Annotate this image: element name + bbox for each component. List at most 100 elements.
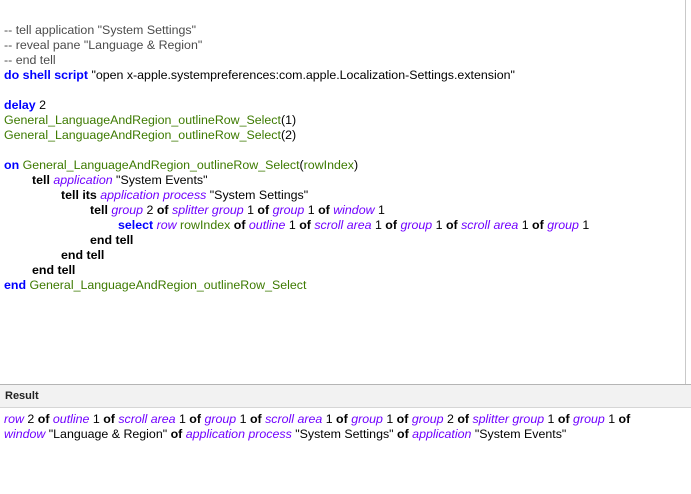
number: 1 [371,218,386,232]
keyword: of [233,218,246,232]
class: group [400,218,433,232]
class: window [333,203,375,217]
argument: (1) [280,113,297,127]
class: scroll area [461,218,519,232]
comment: -- tell application "System Settings" [4,23,196,37]
code-line: delay 2 [4,98,589,113]
number: 1 [243,203,258,217]
class: scroll area [118,412,176,426]
code-line: -- end tell [4,53,589,68]
code-line: do shell script "open x-apple.systempref… [4,68,589,83]
class: group [204,412,237,426]
class: application [412,427,472,441]
number: 1 [374,203,385,217]
handler-name: General_LanguageAndRegion_outlineRow_Sel… [29,278,307,292]
keyword: delay [4,98,36,112]
class: application [53,173,113,187]
keyword: end tell [90,233,134,247]
class: window [4,427,46,441]
number: 1 [89,412,104,426]
keyword: of [103,412,115,426]
number: 1 [285,218,300,232]
class: group [111,203,144,217]
code-line: on General_LanguageAndRegion_outlineRow_… [4,158,589,173]
class: group [272,203,305,217]
class: outline [52,412,90,426]
string: "System Settings" [206,188,309,202]
number: 2 [443,412,458,426]
number: 1 [518,218,533,232]
result-header: Result [0,385,691,408]
class: row [156,218,177,232]
keyword: end tell [32,263,76,277]
keyword: end tell [61,248,105,262]
code-line: General_LanguageAndRegion_outlineRow_Sel… [4,113,589,128]
keyword: of [336,412,348,426]
number: 1 [322,412,337,426]
code-line: select row rowIndex of outline 1 of scro… [4,218,589,233]
code-line: tell application "System Events" [4,173,589,188]
string: "System Events" [471,427,567,441]
number: 1 [236,412,250,426]
class: group [351,412,383,426]
number: 1 [304,203,319,217]
number: 1 [604,412,619,426]
class: row [4,412,24,426]
keyword: tell [90,203,108,217]
handler-name: General_LanguageAndRegion_outlineRow_Sel… [22,158,300,172]
keyword: of [249,412,262,426]
string: "open x-apple.systempreferences:com.appl… [88,68,515,82]
keyword: of [457,412,470,426]
keyword: do shell script [4,68,88,82]
script-editor[interactable]: -- tell application "System Settings" --… [0,0,686,384]
handler-call: General_LanguageAndRegion_outlineRow_Sel… [4,113,281,127]
parameter: rowIndex [303,158,354,172]
keyword: tell its [61,188,97,202]
class: outline [248,218,286,232]
keyword: select [118,218,154,232]
code-line: -- reveal pane "Language & Region" [4,38,589,53]
keyword: of [189,412,201,426]
keyword: of [396,412,409,426]
string: "System Settings" [291,427,398,441]
class: scroll area [265,412,323,426]
keyword: of [557,412,570,426]
punct: ) [353,158,359,172]
code-line: end tell [4,263,589,278]
number: 2 [35,98,47,112]
keyword: of [532,218,544,232]
result-label: Result [5,390,39,402]
class: scroll area [314,218,372,232]
keyword: of [170,427,183,441]
keyword: of [257,203,270,217]
handler-call: General_LanguageAndRegion_outlineRow_Sel… [4,128,281,142]
script-code[interactable]: -- tell application "System Settings" --… [4,23,589,293]
keyword: of [397,427,409,441]
keyword: of [618,412,631,426]
number: 1 [175,412,190,426]
class: splitter group [472,412,545,426]
class: application process [100,188,207,202]
code-line: end General_LanguageAndRegion_outlineRow… [4,278,589,293]
code-line: tell group 2 of splitter group 1 of grou… [4,203,589,218]
number: 1 [432,218,446,232]
keyword: of [156,203,169,217]
result-output[interactable]: row 2 of outline 1 of scroll area 1 of g… [4,412,664,442]
number: 1 [578,218,590,232]
keyword: of [445,218,458,232]
number: 2 [23,412,38,426]
string: "System Events" [112,173,208,187]
parameter: rowIndex [180,218,231,232]
number: 2 [143,203,157,217]
class: application process [185,427,292,441]
code-line: -- tell application "System Settings" [4,23,589,38]
code-line: General_LanguageAndRegion_outlineRow_Sel… [4,128,589,143]
keyword: of [299,218,311,232]
comment: -- reveal pane "Language & Region" [4,38,203,52]
keyword: on [4,158,20,172]
string: "Language & Region" [45,427,171,441]
class: splitter group [172,203,244,217]
class: group [547,218,579,232]
